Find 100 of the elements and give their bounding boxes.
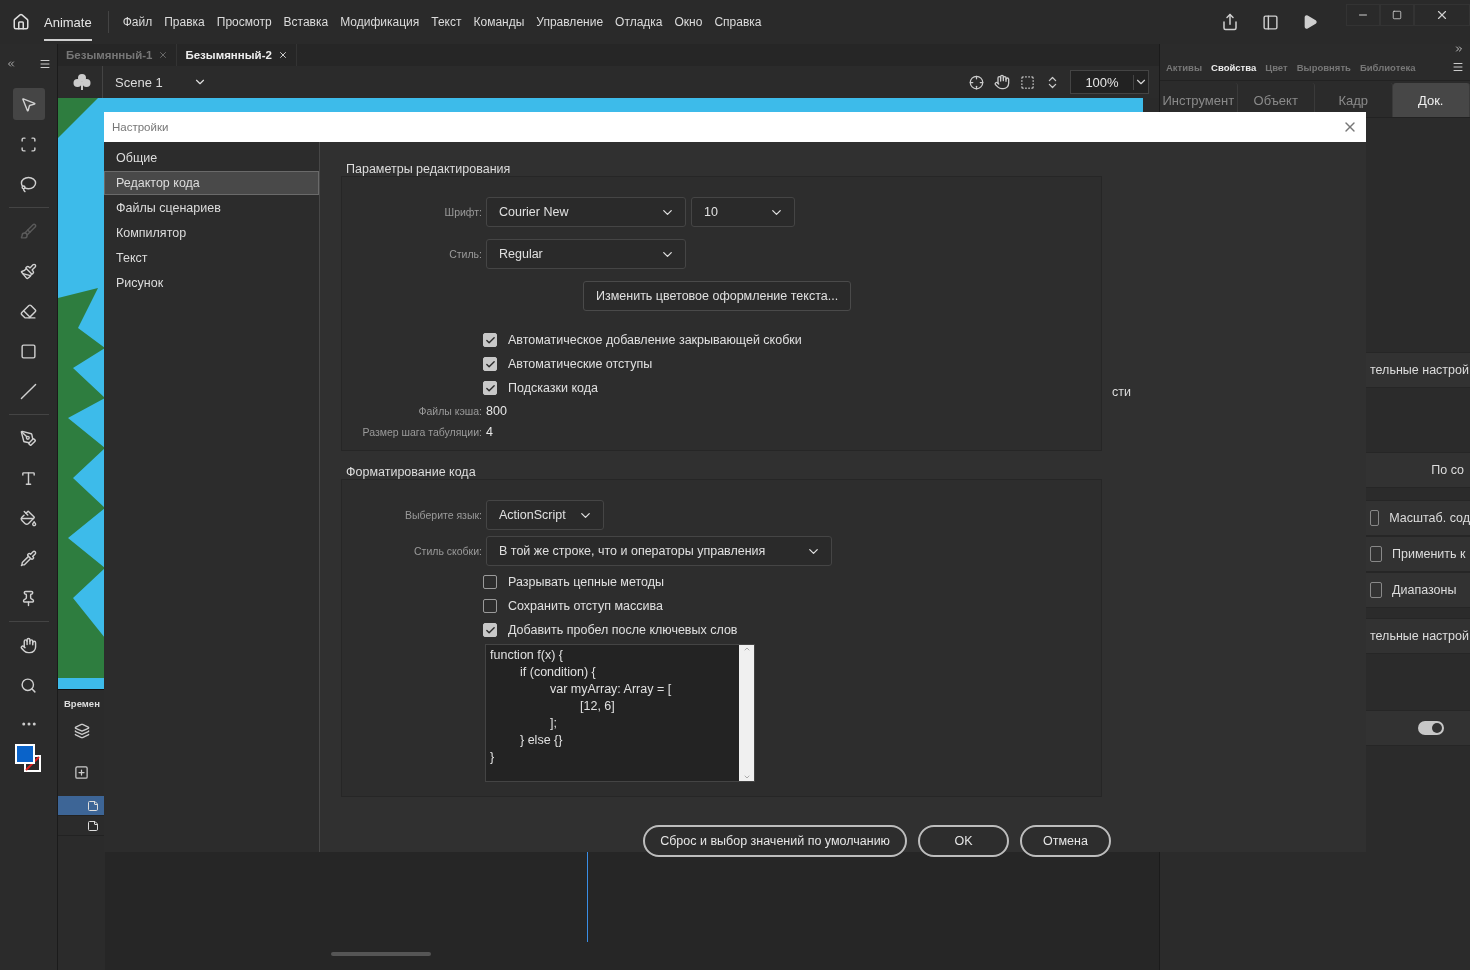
brace-style-select[interactable]: В той же строке, что и операторы управления [486, 536, 832, 566]
checkbox[interactable] [483, 381, 497, 395]
crosshair-icon[interactable] [969, 74, 984, 90]
group-title: Параметры редактирования [345, 162, 512, 176]
field-label: Стиль: [448, 248, 483, 260]
category-item[interactable]: Текст [104, 246, 319, 270]
menu-icon[interactable] [1452, 61, 1464, 73]
pen-icon [20, 429, 37, 447]
collapse-icon[interactable] [6, 59, 16, 69]
checkbox-label: Подсказки кода [508, 381, 598, 395]
menu-item[interactable]: Текст [425, 15, 468, 29]
share-icon [1221, 13, 1239, 31]
close-button[interactable] [1414, 4, 1470, 26]
category-item[interactable]: Файлы сценариев [104, 196, 319, 220]
code-line: if (condition) { [519, 664, 597, 681]
code-line: } else {} [519, 732, 564, 749]
lasso-icon [20, 175, 37, 193]
checkbox-label: Добавить пробел после ключевых слов [508, 623, 738, 637]
field-label: Файлы кэша: [417, 404, 483, 417]
timeline-title: Времен [63, 697, 100, 711]
expand-icon[interactable] [1454, 44, 1464, 54]
category-item[interactable]: Компилятор [104, 221, 319, 245]
hand-icon [20, 636, 37, 654]
checkbox[interactable] [1370, 510, 1380, 526]
section-heading: тельные настрой [1370, 363, 1469, 377]
field-value: 800 [486, 403, 507, 418]
menu-item[interactable]: Вставка [277, 15, 335, 29]
checkbox[interactable] [1370, 546, 1382, 562]
menu-item[interactable]: Отладка [609, 15, 669, 29]
menu-item[interactable]: Справка [708, 15, 768, 29]
properties-tab[interactable]: Док. [1392, 83, 1470, 117]
home-icon[interactable] [12, 13, 30, 31]
field-label: Шрифт: [443, 206, 483, 218]
close-icon [1435, 8, 1449, 22]
field-value: 4 [486, 424, 493, 439]
checkbox[interactable] [483, 623, 497, 637]
layer-row[interactable] [58, 796, 105, 816]
add-layer-icon[interactable] [74, 765, 89, 780]
checkbox-label: Автоматические отступы [508, 357, 653, 371]
maximize-button[interactable] [1380, 4, 1414, 26]
category-item[interactable]: Общие [104, 146, 319, 170]
reset-defaults-button[interactable]: Сброс и выбор значений по умолчанию [643, 825, 907, 857]
brush-icon [20, 222, 37, 240]
menu-item[interactable]: Просмотр [210, 15, 278, 29]
checkbox-label: Разрывать цепные методы [508, 575, 664, 589]
field-label: Размер шага табуляции: [361, 425, 483, 438]
line-icon [20, 382, 37, 400]
checkbox[interactable] [483, 575, 497, 589]
code-line: function f(x) { [490, 647, 564, 664]
layer-icon [87, 819, 99, 832]
size-select[interactable]: 10 [691, 197, 795, 227]
group-title: Форматирование кода [345, 465, 477, 479]
clip-frame-icon[interactable] [1020, 74, 1035, 90]
font-select[interactable]: Courier New [486, 197, 686, 227]
code-line: ]; [549, 715, 558, 732]
eyedropper-icon [20, 549, 37, 567]
menu-item[interactable]: Окно [668, 15, 709, 29]
layers-icon[interactable] [73, 723, 90, 739]
panel-tab[interactable]: Свойства [1211, 61, 1257, 73]
document-title: Безымянный-2 [185, 49, 272, 61]
cancel-button[interactable]: Отмена [1020, 825, 1111, 857]
color-scheme-button[interactable]: Изменить цветовое оформление текста... [583, 281, 852, 311]
hand-icon[interactable] [994, 74, 1010, 90]
layer-icon [87, 799, 99, 812]
language-select[interactable]: ActionScript [486, 500, 604, 530]
frame-icon [20, 135, 37, 153]
close-icon[interactable] [277, 50, 288, 60]
tool-button[interactable] [12, 88, 45, 120]
cursor-arrow-icon [20, 95, 37, 113]
checkbox-label: Автоматическое добавление закрывающей скобки [508, 333, 802, 347]
category-item[interactable]: Рисунок [104, 271, 319, 295]
checkbox[interactable] [483, 599, 497, 613]
app-name: Animate [44, 3, 92, 41]
code-line: [12, 6] [579, 698, 616, 715]
menu-item[interactable]: Команды [467, 15, 531, 29]
checkbox[interactable] [483, 333, 497, 347]
scrollbar-thumb[interactable] [331, 952, 431, 956]
pin-icon [20, 589, 37, 607]
clubs-icon[interactable] [72, 73, 92, 91]
property-value: По со [1431, 463, 1464, 477]
style-select[interactable]: Regular [486, 239, 686, 269]
menu-icon[interactable] [39, 58, 51, 70]
menu-item[interactable]: Управление [530, 15, 610, 29]
eraser-icon [20, 302, 37, 320]
minimize-button[interactable] [1346, 4, 1380, 26]
menu-item[interactable]: Модификация [334, 15, 426, 29]
zoom-field[interactable]: 100% [1070, 70, 1149, 94]
code-line: } [490, 749, 496, 766]
category-item[interactable]: Редактор кода [104, 171, 319, 195]
checkbox-label: Масштаб. сод [1389, 511, 1470, 525]
ok-button[interactable]: OK [918, 825, 1009, 857]
text-icon [20, 469, 37, 487]
toggle-switch[interactable] [1418, 721, 1444, 735]
color-swatches-icon[interactable] [13, 743, 44, 775]
menu-item[interactable]: Правка [158, 15, 211, 29]
field-label: Выберите язык: [404, 509, 483, 521]
checkbox-label: Сохранить отступ массива [508, 599, 663, 613]
menu-item[interactable]: Файл [116, 15, 159, 29]
checkbox[interactable] [1370, 582, 1382, 598]
checkbox[interactable] [483, 357, 497, 371]
